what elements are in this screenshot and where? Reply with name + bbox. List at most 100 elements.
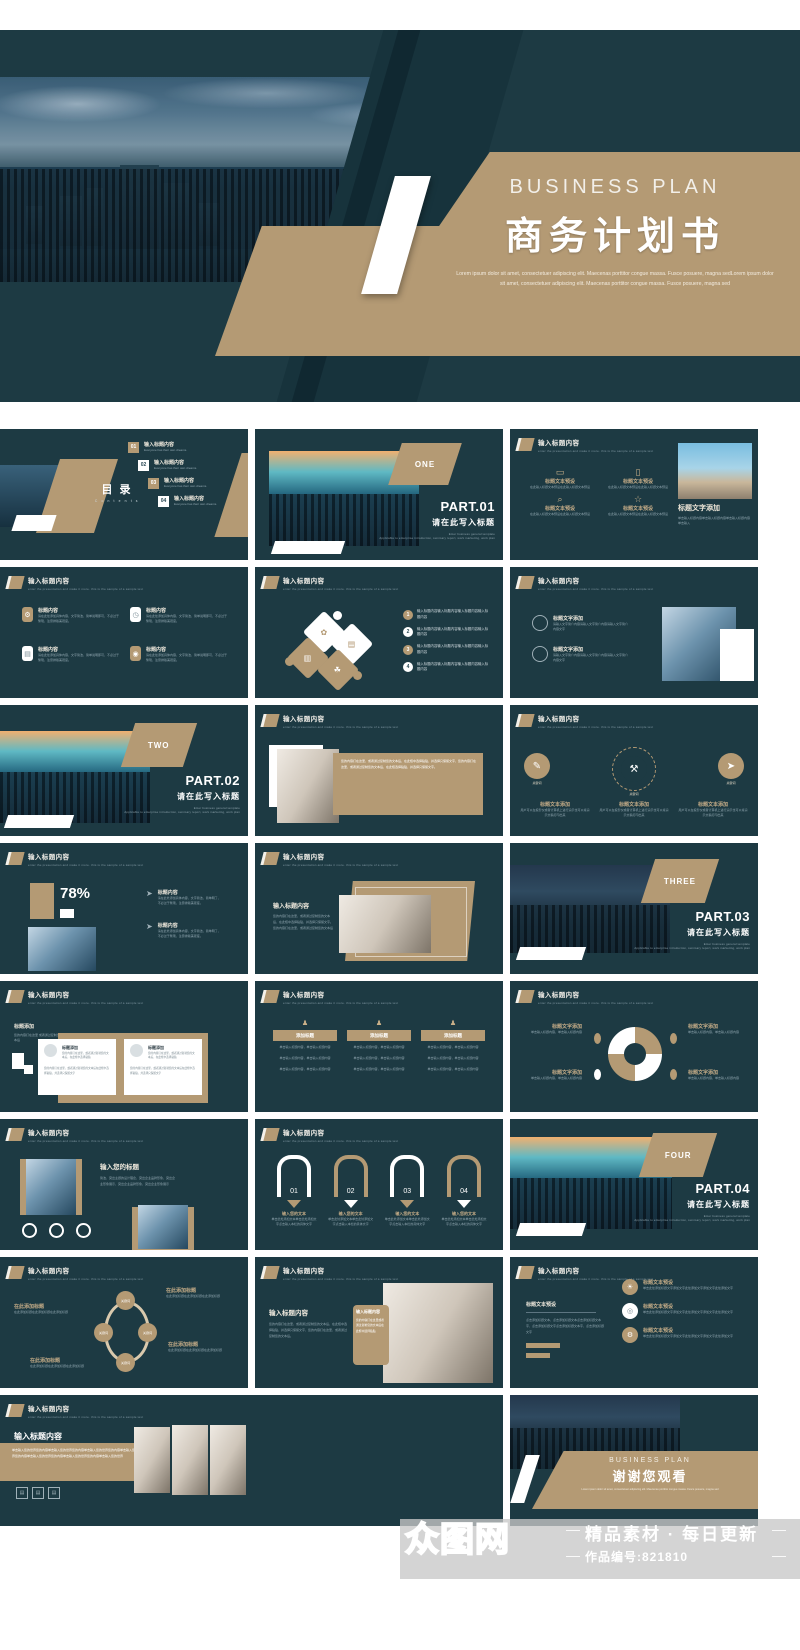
swirl-label[interactable]: 标题文字添加 单击输入标题内容，单击输入标题内容 — [688, 1023, 752, 1035]
cycle-label[interactable]: 在此添加标题 在此添加标题在此添加标题在此添加标题 — [14, 1303, 74, 1315]
swirl-label[interactable]: 标题文字添加 单击输入标题内容，单击输入标题内容 — [518, 1023, 582, 1035]
swirl-label[interactable]: 标题文字添加 单击输入标题内容，单击输入标题内容 — [688, 1069, 752, 1081]
card-item[interactable]: ▤ 标题内容 请在此处添加具体内容，文字简洁，简单说明即可，不必过于繁琐，注意排… — [22, 646, 122, 663]
chevron-down-icon — [400, 1200, 415, 1208]
puzzle-knob — [285, 657, 294, 666]
wide-desc: 单击输入您的世界您的内容单击输入您的世界您的内容单击输入您的世界您的内容单击输入… — [12, 1448, 142, 1458]
column[interactable]: ♟ 添加标题 单击输入标题内容，单击输入标题内容 单击输入标题内容，单击输入标题… — [273, 1019, 337, 1072]
slide-part01[interactable]: ONE PART.01 请在此写入标题 Enter business gener… — [255, 429, 503, 560]
slide-puzzle[interactable]: 输入标题内容 enter the presentation and make i… — [255, 567, 503, 698]
slide-swirl[interactable]: 输入标题内容 enter the presentation and make i… — [510, 981, 758, 1112]
contents-item[interactable]: 02 输入标题内容 Everyone has their own dreams. — [138, 459, 217, 471]
part04-badge-label: FOUR — [664, 1150, 692, 1160]
column-row: 单击输入标题内容，单击输入标题内容 — [427, 1067, 479, 1072]
icon-row-desc: 单击此处添加标题文字添加文字此处添加文字添加文字此处添加文字 — [643, 1310, 734, 1314]
pen-icon[interactable]: ▤ — [48, 1487, 60, 1499]
column-row: 单击输入标题内容，单击输入标题内容 — [353, 1056, 405, 1061]
circle-item[interactable]: ➤ 关键词 — [718, 753, 744, 785]
icon-grid-item[interactable]: ☆ 标题文本预设 在此输入标题文本预设在此输入标题文本预设 — [602, 494, 674, 517]
wide-photo-3 — [210, 1425, 246, 1495]
icon-grid-item[interactable]: ▭ 标题文本预设 在此输入标题文本预设在此输入标题文本预设 — [524, 467, 596, 490]
contents-item[interactable]: 04 输入标题内容 Everyone has their own dreams. — [158, 495, 217, 507]
step-number: 03 — [403, 1188, 412, 1195]
part01-sub: Applicable to enterprise introduction, s… — [379, 536, 495, 540]
slide-percent[interactable]: 输入标题内容 enter the presentation and make i… — [0, 843, 248, 974]
percent-item[interactable]: ➤ 标题内容 请在此处添加具体内容，文字简洁，简单明了，不必过于繁琐，注意排版美… — [146, 922, 222, 939]
cover-slide[interactable]: BUSINESS PLAN 商务计划书 Lorem ipsum dolor si… — [0, 30, 800, 402]
circle-item[interactable]: ✎ 关键词 — [524, 753, 550, 785]
bullet-dot[interactable] — [22, 1223, 37, 1238]
bullet-dot[interactable] — [76, 1223, 91, 1238]
icon-row[interactable]: ☀ 标题文本预设 单击此处添加标题文字添加文字此处添加文字添加文字此处添加文字 — [622, 1279, 747, 1295]
cover-text-block: BUSINESS PLAN 商务计划书 Lorem ipsum dolor si… — [440, 176, 790, 290]
slide-four-cards[interactable]: 输入标题内容 enter the presentation and make i… — [0, 567, 248, 698]
cycle-label[interactable]: 在此添加标题 在此添加标题在此添加标题在此添加标题 — [166, 1287, 226, 1299]
step-number: 02 — [346, 1188, 355, 1195]
puzzle-item[interactable]: 2 输入标题内容输入标题内容输入标题内容输入标题内容 — [403, 627, 491, 639]
cycle-label[interactable]: 在此添加标题 在此添加标题在此添加标题在此添加标题 — [168, 1341, 228, 1353]
puzzle-item-number: 2 — [403, 627, 413, 638]
puzzle-item-number: 1 — [403, 609, 413, 620]
swirl-label[interactable]: 标题文字添加 单击输入标题内容，单击输入标题内容 — [518, 1069, 582, 1081]
text-item[interactable]: 标题文字添加 请输入文字简介内容请输入文字简介内容请输入文字简介内容文字 — [532, 615, 629, 632]
percent-item[interactable]: ➤ 标题内容 请在此处添加具体内容，文字简洁，简单明了，不必过于繁琐，注意排版美… — [146, 889, 222, 906]
puzzle-item[interactable]: 1 输入标题内容输入标题内容输入标题内容输入标题内容 — [403, 609, 491, 621]
part02-sub: Applicable to enterprise introduction, s… — [124, 810, 240, 814]
cycle-node: 关键词 — [116, 1291, 135, 1310]
card-item[interactable]: ◷ 标题内容 请在此处添加具体内容，文字简洁，简单说明即可，不必过于繁琐，注意排… — [130, 607, 230, 624]
slide-header: 输入标题内容 enter the presentation and make i… — [8, 1127, 143, 1143]
bullet-dot[interactable] — [49, 1223, 64, 1238]
icon-row[interactable]: ⚙ 标题文本预设 单击此处添加标题文字添加文字此处添加文字添加文字此处添加文字 — [622, 1327, 747, 1343]
slide-thanks[interactable]: BUSINESS PLAN 谢谢您观看 Lorem ipsum dolor si… — [510, 1395, 758, 1526]
notebook-tan-card[interactable]: 输入标题内容 您的内容打在这里或者通过复制您的文本后在此框中选择粘贴 — [353, 1305, 389, 1365]
puzzle-item-number: 4 — [403, 662, 413, 673]
text-item[interactable]: 标题文字添加 请输入文字简介内容请输入文字简介内容请输入文字简介内容文字 — [532, 646, 629, 663]
contents-item[interactable]: 03 输入标题内容 Everyone has their own dreams. — [148, 477, 217, 489]
cycle-label[interactable]: 在此添加标题 在此添加标题在此添加标题在此添加标题 — [30, 1357, 90, 1369]
slide-three-columns[interactable]: 输入标题内容 enter the presentation and make i… — [255, 981, 503, 1112]
slide-three-icon-circle[interactable]: 输入标题内容 enter the presentation and make i… — [510, 705, 758, 836]
puzzle-item[interactable]: 4 输入标题内容输入标题内容输入标题内容输入标题内容 — [403, 662, 491, 674]
slide-cycle[interactable]: 输入标题内容 enter the presentation and make i… — [0, 1257, 248, 1388]
column[interactable]: ♟ 添加标题 单击输入标题内容，单击输入标题内容 单击输入标题内容，单击输入标题… — [421, 1019, 485, 1072]
profile-card[interactable]: 标题添加 您的内容打在这里，或者通过复制您的文本后，在此框中选择粘贴 您的内容打… — [124, 1039, 202, 1095]
header-subtitle: enter the presentation and make it more.… — [28, 1001, 144, 1005]
slide-part03[interactable]: THREE PART.03 请在此写入标题 Enter business gen… — [510, 843, 758, 974]
slide-notebook[interactable]: 输入标题内容 enter the presentation and make i… — [255, 1257, 503, 1388]
slide-signing[interactable]: 输入标题内容 enter the presentation and make i… — [255, 843, 503, 974]
column-row: 单击输入标题内容，单击输入标题内容 — [353, 1045, 405, 1049]
chart-icon[interactable]: ▤ — [32, 1487, 44, 1499]
slide-icon-grid[interactable]: 输入标题内容 enter the presentation and make i… — [510, 429, 758, 560]
slide-header: 输入标题内容 enter the presentation and make i… — [263, 851, 399, 867]
profile-card[interactable]: 标题添加 您的内容打在这里，或者通过复制您的文本后，在此框中选择粘贴 您的内容打… — [38, 1039, 116, 1095]
card-item[interactable]: ◉ 标题内容 请在此处添加具体内容，文字简洁，简单说明即可，不必过于繁琐，注意排… — [130, 646, 230, 663]
step-item[interactable]: 01 输入您的文本 单击此处添加文本单击此处添加文字点击输入本栏的具体文字 — [271, 1155, 317, 1227]
slide-contents[interactable]: 目 录 C o n t e n t s 01 输入标题内容 Everyone h… — [0, 429, 248, 560]
slide-part02[interactable]: TWO PART.02 请在此写入标题 Enter business gener… — [0, 705, 248, 836]
card-item[interactable]: ⚙ 标题内容 请在此处添加具体内容，文字简洁，简单说明即可，不必过于繁琐，注意排… — [22, 607, 122, 624]
icon-grid-item[interactable]: ⌕ 标题文本预设 在此输入标题文本预设在此输入标题文本预设 — [524, 494, 596, 517]
part02-badge-label: TWO — [148, 740, 170, 750]
profile-deco-white-2 — [24, 1065, 33, 1074]
header-title: 输入标题内容 — [28, 854, 70, 861]
slide-wide-text[interactable]: 输入标题内容 enter the presentation and make i… — [0, 1395, 503, 1526]
puzzle-item[interactable]: 3 输入标题内容输入标题内容输入标题内容输入标题内容 — [403, 644, 491, 656]
header-subtitle: enter the presentation and make it more.… — [283, 863, 399, 867]
contents-item[interactable]: 01 输入标题内容 Everyone has their own dreams. — [128, 441, 217, 453]
slide-part04[interactable]: FOUR PART.04 请在此写入标题 Enter business gene… — [510, 1119, 758, 1250]
slide-two-text-photo[interactable]: 输入标题内容 enter the presentation and make i… — [510, 567, 758, 698]
notebook-title: 输入标题内容 — [269, 1310, 308, 1317]
step-item[interactable]: 03 输入您的文本 单击此处添加文本单击此处添加文字点击输入本栏的具体文字 — [384, 1155, 430, 1227]
slide-handshake[interactable]: 输入标题内容 enter the presentation and make i… — [255, 705, 503, 836]
step-item[interactable]: 02 输入您的文本 单击此处添加文本单击此处添加文字点击输入本栏的具体文字 — [328, 1155, 374, 1227]
doc-icon[interactable]: ▤ — [16, 1487, 28, 1499]
slide-text-icons[interactable]: 输入标题内容 enter the presentation and make i… — [510, 1257, 758, 1388]
column[interactable]: ♟ 添加标题 单击输入标题内容，单击输入标题内容 单击输入标题内容，单击输入标题… — [347, 1019, 411, 1072]
slide-profile-cards[interactable]: 输入标题内容 enter the presentation and make i… — [0, 981, 248, 1112]
icon-row[interactable]: ◎ 标题文本预设 单击此处添加标题文字添加文字此处添加文字添加文字此处添加文字 — [622, 1303, 747, 1319]
step-item[interactable]: 04 输入您的文本 单击此处添加文本单击此处添加文字点击输入本栏的具体文字 — [441, 1155, 487, 1227]
slide-your-title[interactable]: 输入标题内容 enter the presentation and make i… — [0, 1119, 248, 1250]
slide-steps[interactable]: 输入标题内容 enter the presentation and make i… — [255, 1119, 503, 1250]
cover-title-cn: 商务计划书 — [504, 216, 725, 258]
icon-grid-item[interactable]: ▯ 标题文本预设 在此输入标题文本预设在此输入标题文本预设 — [602, 467, 674, 490]
